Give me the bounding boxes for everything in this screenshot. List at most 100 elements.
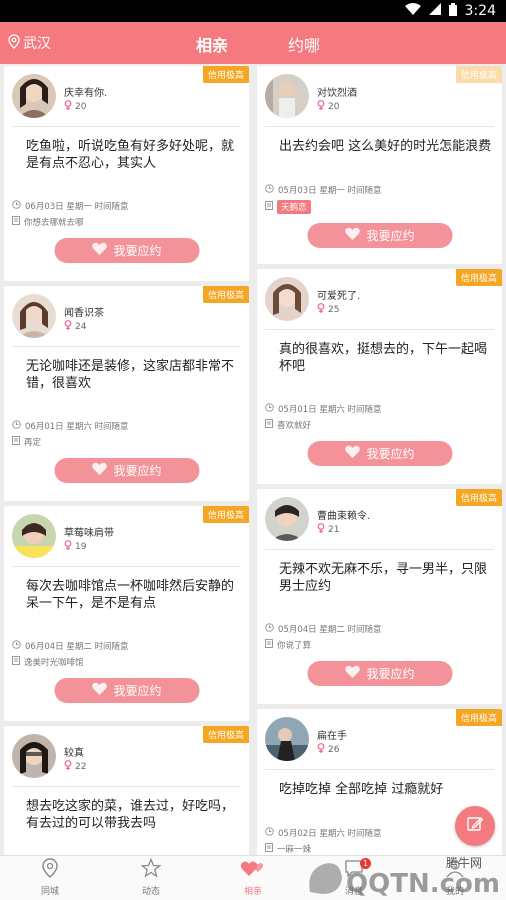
wifi-icon xyxy=(404,3,421,19)
accept-date-button[interactable]: 我要应约 xyxy=(54,458,199,483)
heart-icon xyxy=(91,242,107,259)
avatar[interactable] xyxy=(12,734,56,778)
avatar[interactable] xyxy=(12,514,56,558)
date-time-row: 05月03日 星期一 时间随意 xyxy=(265,184,382,196)
accept-date-button[interactable]: 我要应约 xyxy=(307,441,452,466)
date-card[interactable]: 信用极高 闻香识茶 24 无论咖啡还是装修，这家店都非常不错，很喜欢 06月01… xyxy=(4,286,249,501)
user-name: 闻香识茶 xyxy=(64,308,104,319)
female-icon xyxy=(64,540,72,553)
age-label: 21 xyxy=(317,523,339,536)
avatar[interactable] xyxy=(12,294,56,338)
place-text: 你说了算 xyxy=(277,641,312,651)
credit-badge: 信用极高 xyxy=(202,726,249,743)
age-value: 20 xyxy=(75,101,87,112)
place-text: 再定 xyxy=(24,438,42,448)
accept-date-button[interactable]: 我要应约 xyxy=(307,223,452,248)
clock-icon xyxy=(12,420,21,432)
date-time-row: 06月04日 星期二 时间随意 xyxy=(12,640,129,652)
age-value: 21 xyxy=(328,524,340,535)
document-icon xyxy=(265,201,273,213)
date-card[interactable]: 信用极高 可爱死了. 25 真的很喜欢，挺想去的，下午一起喝杯吧 05月01日 … xyxy=(257,269,502,484)
date-card[interactable]: 信用极高 草莓味肩带 19 每次去咖啡馆点一杯咖啡然后安静的呆一下午，是不是有点… xyxy=(4,506,249,721)
avatar[interactable] xyxy=(265,74,309,118)
accept-date-button[interactable]: 我要应约 xyxy=(54,238,199,263)
divider xyxy=(265,126,494,127)
female-icon xyxy=(64,320,72,333)
age-value: 26 xyxy=(328,744,340,755)
post-content: 无辣不欢无麻不乐，寻一男半，只限男士应约 xyxy=(279,562,488,594)
accept-date-button[interactable]: 我要应约 xyxy=(307,661,452,686)
place-row: 你想去哪就去哪 xyxy=(12,216,84,228)
female-icon xyxy=(317,523,325,536)
date-time-text: 05月01日 星期六 时间随意 xyxy=(278,405,382,415)
svg-text:QQTN.com: QQTN.com xyxy=(346,869,500,899)
credit-badge: 信用极高 xyxy=(455,709,502,726)
place-row: 再定 xyxy=(12,436,41,448)
avatar[interactable] xyxy=(12,74,56,118)
clock-icon xyxy=(265,184,274,196)
edit-icon xyxy=(466,815,484,837)
heart-icon xyxy=(91,682,107,699)
place-row: 天鹅恋 xyxy=(265,200,311,214)
place-row: 喜欢就好 xyxy=(265,419,311,431)
document-icon xyxy=(265,639,273,651)
avatar[interactable] xyxy=(265,717,309,761)
user-name: 可爱死了. xyxy=(317,291,361,302)
document-icon xyxy=(12,216,20,228)
post-content: 想去吃这家的菜，谁去过，好吃吗，有去过的可以带我去吗 xyxy=(26,799,235,831)
date-card[interactable]: 信用极高 较真 22 想去吃这家的菜，谁去过，好吃吗，有去过的可以带我去吗 xyxy=(4,726,249,855)
place-tag: 天鹅恋 xyxy=(277,200,311,214)
date-card[interactable]: 信用极高 曹曲束赖令. 21 无辣不欢无麻不乐，寻一男半，只限男士应约 05月0… xyxy=(257,489,502,704)
dating-feed: 信用极高 庆幸有你. 20 吃鱼啦，听说吃鱼有好多好处呢，就是有点不忍心，其实人… xyxy=(0,64,506,855)
compose-fab[interactable] xyxy=(455,806,495,846)
age-value: 24 xyxy=(75,321,87,332)
battery-icon xyxy=(448,2,457,20)
age-value: 25 xyxy=(328,304,340,315)
heart-icon xyxy=(344,665,360,682)
button-label: 我要应约 xyxy=(113,464,162,478)
location-pin-icon xyxy=(8,33,20,53)
document-icon xyxy=(12,436,20,448)
watermark: QQTN.com 腾牛网 xyxy=(300,850,500,900)
location-label: 武汉 xyxy=(23,36,51,52)
user-name: 曹曲束赖令. xyxy=(317,511,371,522)
avatar[interactable] xyxy=(265,497,309,541)
button-label: 我要应约 xyxy=(366,447,415,461)
tab-tongcheng[interactable]: 同城 xyxy=(0,856,100,900)
age-value: 22 xyxy=(75,761,87,772)
tab-label: 同城 xyxy=(40,887,59,897)
post-content: 吃鱼啦，听说吃鱼有好多好处呢，就是有点不忍心，其实人 xyxy=(26,139,235,171)
date-time-row: 06月01日 星期六 时间随意 xyxy=(12,420,129,432)
document-icon xyxy=(12,656,20,668)
accept-date-button[interactable]: 我要应约 xyxy=(54,678,199,703)
divider xyxy=(12,786,241,787)
post-content: 出去约会吧 这么美好的时光怎能浪费 xyxy=(279,139,492,154)
tab-yuena[interactable]: 约哪 xyxy=(288,32,320,56)
divider xyxy=(12,126,241,127)
button-label: 我要应约 xyxy=(366,667,415,681)
heart-icon xyxy=(91,462,107,479)
date-card[interactable]: 信用极高 对饮烈酒 20 出去约会吧 这么美好的时光怎能浪费 05月03日 星期… xyxy=(257,66,502,264)
document-icon xyxy=(265,419,273,431)
place-row: 逸美时光咖啡馆 xyxy=(12,656,84,668)
clock-icon xyxy=(12,640,21,652)
date-card[interactable]: 信用极高 庆幸有你. 20 吃鱼啦，听说吃鱼有好多好处呢，就是有点不忍心，其实人… xyxy=(4,66,249,281)
date-time-text: 06月03日 星期一 时间随意 xyxy=(25,202,129,212)
avatar[interactable] xyxy=(265,277,309,321)
female-icon xyxy=(317,743,325,756)
place-text: 喜欢就好 xyxy=(277,421,312,431)
document-icon xyxy=(265,843,273,855)
user-name: 庆幸有你. xyxy=(64,88,108,99)
credit-badge: 信用极高 xyxy=(202,286,249,303)
credit-badge: 信用极高 xyxy=(455,269,502,286)
age-label: 22 xyxy=(64,760,86,773)
clock-icon xyxy=(265,623,274,635)
female-icon xyxy=(64,100,72,113)
user-name: 草莓味肩带 xyxy=(64,528,114,539)
place-text: 逸美时光咖啡馆 xyxy=(24,658,84,668)
tab-xiangqin[interactable]: 相亲 xyxy=(196,32,228,56)
location-selector[interactable]: 武汉 xyxy=(8,33,51,53)
tab-dongtai[interactable]: 动态 xyxy=(101,856,201,900)
age-value: 20 xyxy=(328,101,340,112)
tab-xiangqin-bottom[interactable]: 相亲 xyxy=(203,856,303,900)
